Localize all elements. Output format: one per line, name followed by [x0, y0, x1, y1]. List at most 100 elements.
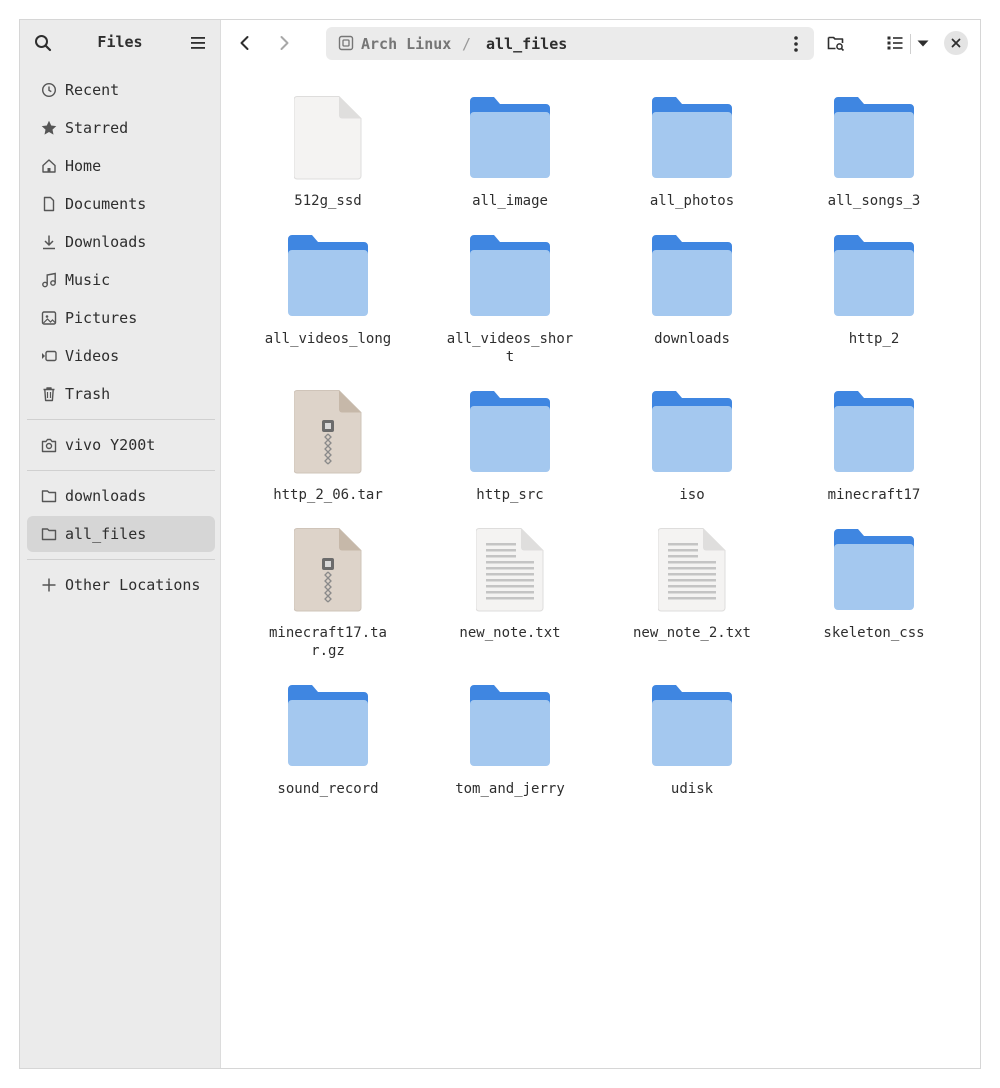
star-icon [41, 120, 57, 135]
file-item[interactable]: new_note.txt [440, 528, 580, 642]
folder-item[interactable]: sound_record [258, 684, 398, 798]
view-button-divider [910, 34, 911, 54]
sidebar-item-label: Downloads [65, 233, 147, 251]
folder-name: http_src [476, 487, 544, 503]
sidebar: Files Recent Starred Home Documents Down… [20, 20, 221, 1068]
hamburger-menu-icon[interactable] [190, 35, 206, 51]
sidebar-separator [27, 470, 215, 471]
file-name: new_note.txt [459, 625, 561, 641]
sidebar-header: Files [20, 20, 220, 66]
blank-file-icon [294, 96, 362, 180]
folder-icon [834, 97, 914, 178]
folder-icon [652, 685, 732, 766]
sidebar-item-videos[interactable]: Videos [27, 338, 215, 374]
file-item[interactable]: 512g_ssd [258, 96, 398, 210]
list-view-icon[interactable] [886, 34, 904, 52]
folder-item[interactable]: http_src [440, 390, 580, 504]
sidebar-item-device-vivo[interactable]: vivo Y200t [27, 427, 215, 463]
sidebar-item-label: Other Locations [65, 576, 201, 594]
folder-item[interactable]: all_videos_long [258, 234, 398, 348]
sidebar-item-label: Trash [65, 385, 111, 403]
text-file-icon [476, 528, 544, 612]
folder-item[interactable]: skeleton_css [804, 528, 944, 642]
folder-icon [288, 685, 368, 766]
camera-icon [41, 438, 57, 453]
folder-item[interactable]: minecraft17 [804, 390, 944, 504]
breadcrumb-current[interactable]: all_files [486, 35, 567, 53]
archive-icon [294, 390, 362, 474]
more-options-icon[interactable] [788, 35, 804, 53]
folder-name: all_photos [649, 193, 735, 209]
sidebar-item-label: Videos [65, 347, 120, 365]
folder-name: tom_and_jerry [455, 781, 565, 797]
folder-icon [834, 391, 914, 472]
folder-item[interactable]: all_songs_3 [804, 96, 944, 210]
folder-item[interactable]: iso [622, 390, 762, 504]
sidebar-item-other-locations[interactable]: Other Locations [27, 567, 215, 603]
folder-item[interactable]: tom_and_jerry [440, 684, 580, 798]
folder-icon [41, 528, 57, 541]
home-icon [42, 159, 56, 173]
folder-icon [288, 235, 368, 316]
video-icon [42, 350, 57, 362]
folder-name: http_2 [848, 331, 900, 347]
close-icon [951, 38, 961, 48]
sidebar-item-label: Starred [65, 119, 129, 137]
folder-icon [834, 529, 914, 610]
folder-item[interactable]: all_videos_short [440, 234, 580, 366]
plus-icon [42, 578, 56, 592]
folder-name: minecraft17 [827, 487, 921, 503]
sidebar-item-starred[interactable]: Starred [27, 110, 215, 146]
clock-icon [41, 82, 57, 98]
file-item[interactable]: new_note_2.txt [622, 528, 762, 642]
document-icon [43, 196, 55, 212]
sidebar-item-label: Recent [65, 81, 120, 99]
back-arrow-icon[interactable] [236, 34, 254, 52]
file-name: 512g_ssd [294, 193, 362, 209]
trash-icon [43, 387, 55, 402]
download-icon [43, 235, 55, 250]
file-item[interactable]: minecraft17.tar.gz [258, 528, 398, 660]
folder-icon [470, 97, 550, 178]
file-item[interactable]: http_2_06.tar [258, 390, 398, 504]
folder-item[interactable]: downloads [622, 234, 762, 348]
sidebar-item-label: Home [65, 157, 102, 175]
sidebar-item-downloads[interactable]: Downloads [27, 224, 215, 260]
sidebar-item-bookmark-downloads[interactable]: downloads [27, 478, 215, 514]
chevron-down-icon[interactable] [915, 34, 931, 52]
archive-icon [294, 528, 362, 612]
sidebar-item-music[interactable]: Music [27, 262, 215, 298]
folder-icon [470, 391, 550, 472]
breadcrumb-root[interactable]: Arch Linux [361, 35, 451, 53]
sidebar-item-trash[interactable]: Trash [27, 376, 215, 412]
sidebar-item-home[interactable]: Home [27, 148, 215, 184]
drive-icon [338, 35, 354, 51]
folder-icon [41, 490, 57, 503]
folder-item[interactable]: http_2 [804, 234, 944, 348]
sidebar-item-documents[interactable]: Documents [27, 186, 215, 222]
folder-item[interactable]: all_image [440, 96, 580, 210]
folder-icon [652, 97, 732, 178]
sidebar-item-recent[interactable]: Recent [27, 72, 215, 108]
sidebar-separator [27, 559, 215, 560]
sidebar-item-label: downloads [65, 487, 147, 505]
sidebar-item-label: vivo Y200t [65, 436, 156, 454]
breadcrumb-separator: / [462, 35, 472, 53]
text-file-icon [658, 528, 726, 612]
folder-name: sound_record [277, 781, 379, 797]
folder-item[interactable]: all_photos [622, 96, 762, 210]
forward-arrow-icon[interactable] [275, 34, 293, 52]
file-name: new_note_2.txt [632, 625, 751, 641]
sidebar-item-label: Music [65, 271, 111, 289]
folder-icon [470, 685, 550, 766]
search-folder-icon[interactable] [827, 34, 845, 52]
sidebar-item-bookmark-all-files[interactable]: all_files [27, 516, 215, 552]
path-bar[interactable]: Arch Linux / all_files [326, 27, 814, 60]
sidebar-item-pictures[interactable]: Pictures [27, 300, 215, 336]
sidebar-separator [27, 419, 215, 420]
close-button[interactable] [944, 31, 968, 55]
folder-name: all_songs_3 [827, 193, 921, 209]
folder-name: all_videos_long [264, 331, 392, 347]
file-grid: 512g_ssd all_image all_photos all_songs_… [221, 66, 980, 1068]
folder-item[interactable]: udisk [622, 684, 762, 798]
